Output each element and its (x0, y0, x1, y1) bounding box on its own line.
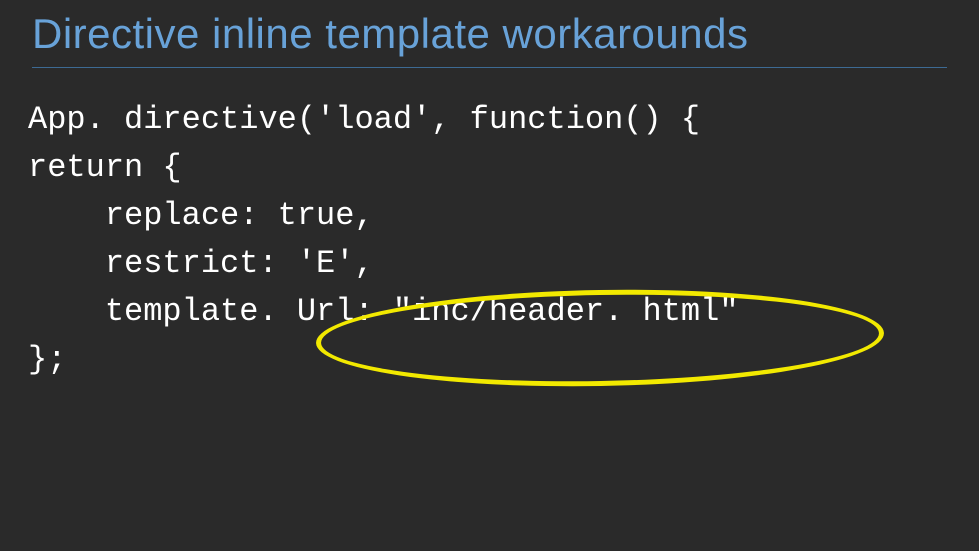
code-block: App. directive('load', function() { retu… (28, 96, 739, 384)
slide-title: Directive inline template workarounds (32, 8, 947, 68)
code-line-5: template. Url: "inc/header. html" (28, 293, 739, 330)
slide: Directive inline template workarounds Ap… (0, 0, 979, 551)
code-line-4: restrict: 'E', (28, 245, 374, 282)
code-line-6: }; (28, 341, 66, 378)
code-line-3: replace: true, (28, 197, 374, 234)
code-line-2: return { (28, 149, 182, 186)
code-line-1: App. directive('load', function() { (28, 101, 700, 138)
